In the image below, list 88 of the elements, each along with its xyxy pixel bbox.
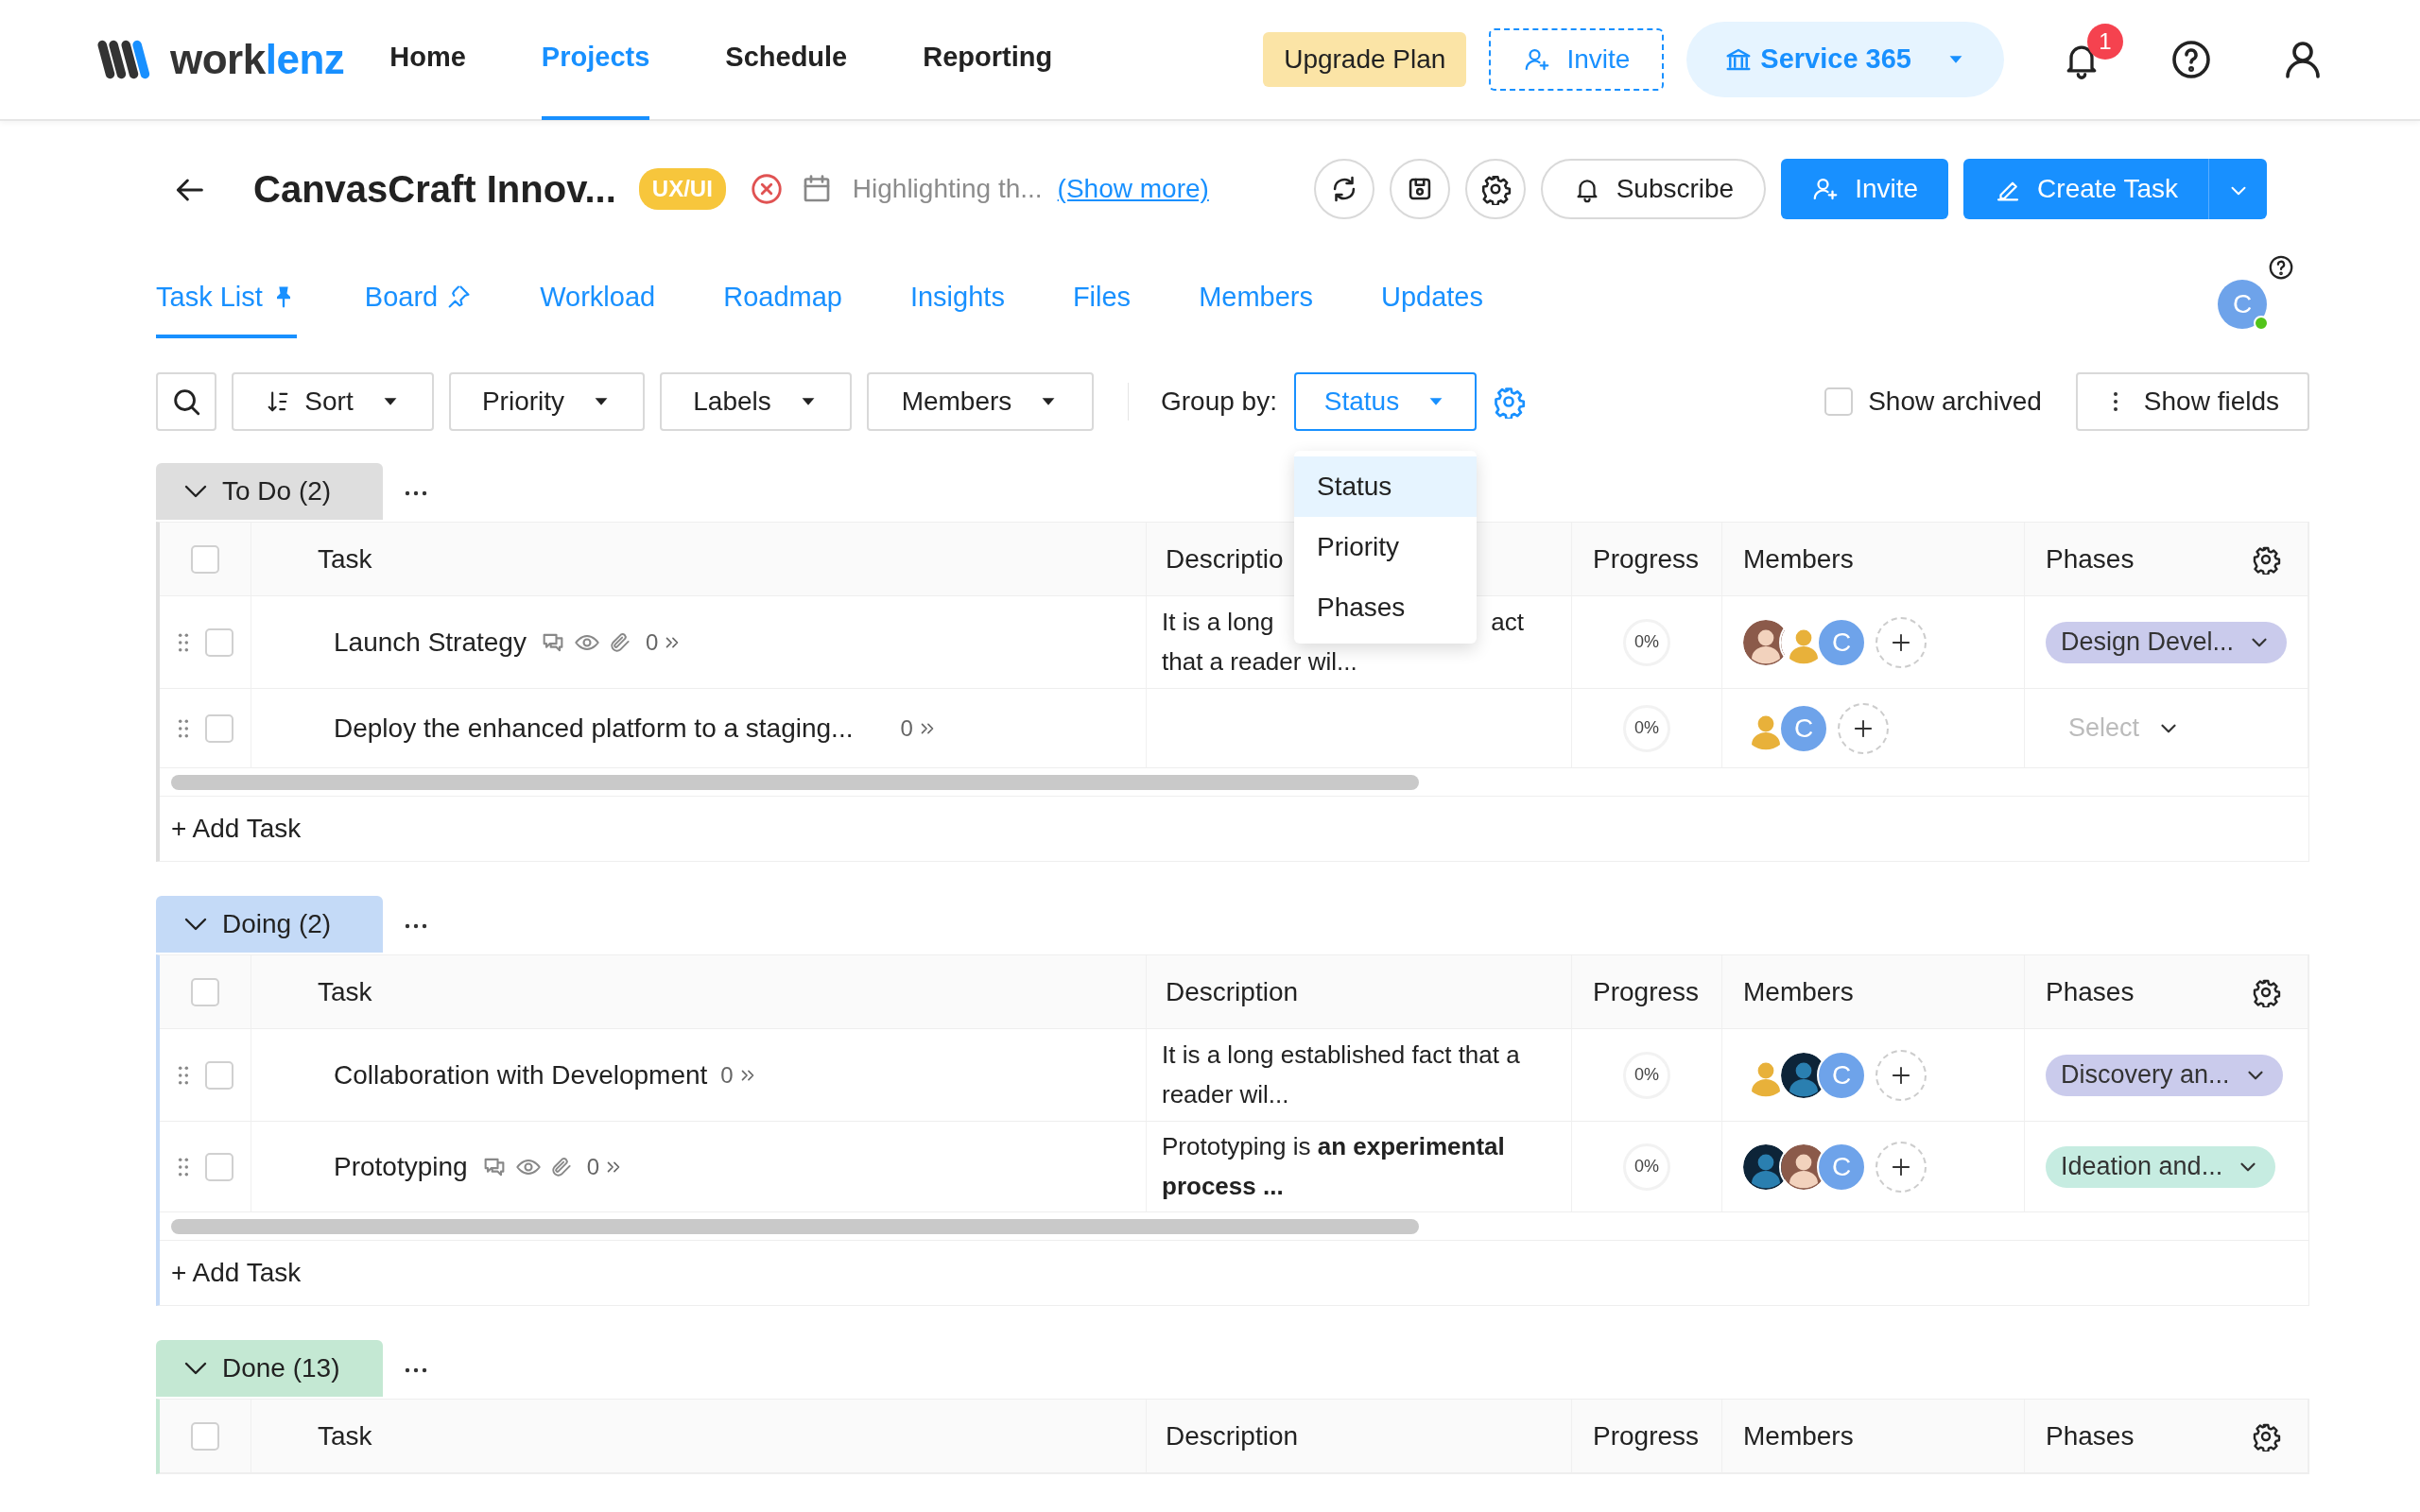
drag-handle-icon — [177, 1156, 190, 1177]
add-task-button[interactable]: + Add Task — [171, 809, 302, 849]
menu-item[interactable]: Priority — [1293, 517, 1477, 577]
column-header: Progress — [1593, 542, 1700, 576]
column-header: Members — [1743, 1419, 1854, 1452]
column-header: Progress — [1593, 975, 1700, 1008]
description-text: act — [1491, 606, 1524, 638]
drag-handle-icon — [177, 1064, 190, 1086]
filter-dropdown[interactable]: Priority — [449, 372, 645, 431]
description-text: It is a long — [1162, 606, 1274, 638]
subtask-count: 0 — [900, 713, 913, 743]
avatar: C — [1817, 617, 1866, 667]
nav-link[interactable]: Home — [389, 0, 466, 120]
progress-ring: 0% — [1623, 1051, 1670, 1099]
phase-dropdown[interactable]: Design Devel... — [2046, 621, 2288, 663]
description-text: that a reader wil... — [1162, 645, 1357, 678]
task-name[interactable]: Prototyping — [334, 1146, 468, 1187]
task-name[interactable]: Launch Strategy — [334, 622, 527, 662]
scrollbar[interactable] — [171, 1218, 1419, 1234]
column-header: Phases — [2046, 975, 2135, 1008]
group-header[interactable]: To Do (2) — [156, 463, 383, 520]
avatar: C — [1779, 703, 1828, 753]
subtask-count: 0 — [586, 1152, 599, 1181]
nav-link[interactable]: Schedule — [725, 0, 848, 120]
column-header: Task — [318, 975, 372, 1008]
checkbox[interactable] — [191, 977, 219, 1006]
avatar: C — [1817, 1142, 1866, 1192]
checkbox[interactable] — [191, 544, 219, 574]
chevron-down-icon — [184, 918, 207, 931]
filter-dropdown[interactable]: Members — [867, 372, 1094, 431]
drag-handle-icon — [177, 631, 190, 653]
column-header: Description — [1166, 1419, 1299, 1452]
menu-item[interactable]: Status — [1293, 456, 1477, 517]
checkbox[interactable] — [1824, 387, 1854, 416]
phase-dropdown[interactable]: Ideation and... — [2046, 1145, 2276, 1188]
checkbox[interactable] — [205, 1060, 233, 1090]
column-header: Phases — [2046, 1419, 2135, 1452]
column-header: Progress — [1593, 1419, 1700, 1452]
checkbox[interactable] — [205, 713, 233, 743]
chevron-down-icon — [184, 1362, 207, 1376]
group-header[interactable]: Doing (2) — [156, 896, 383, 953]
project-description: Highlighting th... — [852, 173, 1043, 205]
checkbox[interactable] — [205, 1152, 233, 1181]
progress-ring: 0% — [1623, 1143, 1670, 1191]
more-icon — [404, 922, 428, 929]
group-header[interactable]: Done (13) — [156, 1340, 383, 1398]
group-by-label: Group by: — [1161, 386, 1277, 418]
column-header: Task — [318, 542, 372, 576]
help-icon — [2267, 253, 2295, 282]
notification-count: 1 — [2087, 23, 2123, 60]
filter-dropdown[interactable]: Labels — [660, 372, 852, 431]
more-icon — [404, 490, 428, 496]
show-fields-button[interactable]: Show fields — [2075, 372, 2309, 431]
search-button[interactable] — [156, 372, 216, 431]
nav-link[interactable]: Reporting — [923, 0, 1053, 120]
column-header: Members — [1743, 542, 1854, 576]
column-header: Phases — [2046, 542, 2135, 576]
checkbox[interactable] — [205, 627, 233, 657]
phase-dropdown[interactable]: Discovery an... — [2046, 1054, 2283, 1096]
drag-handle-icon — [177, 717, 190, 739]
user-avatar: C — [2218, 280, 2267, 329]
avatar: C — [1817, 1050, 1866, 1100]
subscribe-button[interactable]: Subscribe — [1540, 159, 1767, 219]
scrollbar[interactable] — [171, 774, 1419, 790]
description-text: It is a long established fact that a reader wil... — [1162, 1039, 1521, 1110]
description-text: Prototyping is an experimental process ... — [1162, 1131, 1506, 1202]
column-header: Task — [318, 1419, 372, 1452]
chevron-down-icon — [184, 485, 207, 498]
checkbox[interactable] — [191, 1421, 219, 1451]
column-header: Members — [1743, 975, 1854, 1008]
task-name[interactable]: Collaboration with Development — [334, 1055, 708, 1095]
category-tag: UX/UI — [638, 168, 726, 210]
logo-text: worklenz — [170, 35, 345, 84]
menu-item[interactable]: Phases — [1293, 577, 1477, 638]
progress-ring: 0% — [1623, 704, 1670, 752]
add-task-button[interactable]: + Add Task — [171, 1253, 302, 1294]
checkbox-label: Show archived — [1868, 386, 2042, 418]
project-title: CanvasCraft Innov... — [253, 167, 616, 212]
sort-button[interactable]: Sort — [232, 372, 434, 431]
upgrade-button[interactable]: Upgrade Plan — [1263, 32, 1467, 87]
progress-ring: 0% — [1623, 618, 1670, 666]
subtask-count: 0 — [720, 1060, 734, 1090]
column-header: Descriptio — [1166, 542, 1284, 576]
more-icon — [404, 1366, 428, 1373]
column-header: Description — [1166, 975, 1299, 1008]
task-name[interactable]: Deploy the enhanced platform to a staging... — [334, 708, 854, 748]
vertical-dots-icon — [2111, 390, 2119, 413]
subtask-count: 0 — [645, 627, 659, 657]
